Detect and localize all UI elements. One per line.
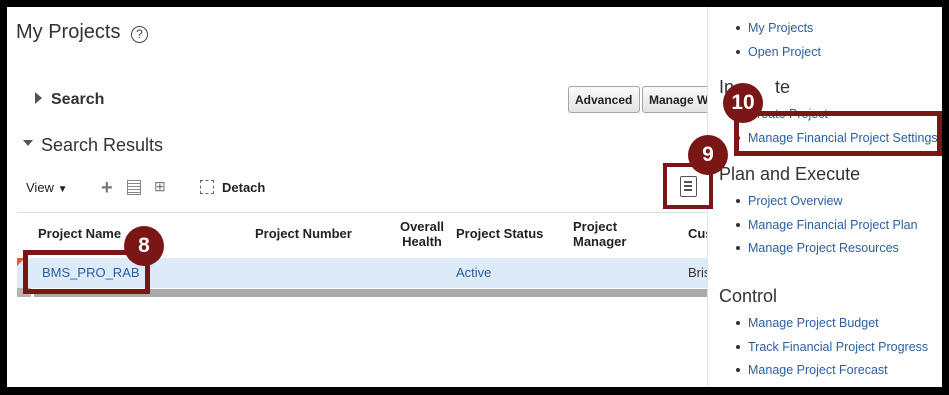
search-disclosure[interactable]: Search [35,91,104,109]
bullet-icon [736,245,740,250]
task-link-project-budget[interactable]: Manage Project Budget [736,316,879,330]
task-link-project-forecast[interactable]: Manage Project Forecast [736,363,888,377]
task-link-financial-plan[interactable]: Manage Financial Project Plan [736,218,918,232]
manage-watchlist-button[interactable]: Manage W [642,86,712,113]
initiate-heading-end: te [775,77,791,97]
col-project-manager[interactable]: Project Manager [573,219,637,249]
callout-badge-9: 9 [688,135,728,175]
detach-button[interactable]: Detach [222,180,265,195]
col-overall-health[interactable]: Overall Health [397,219,447,249]
document-icon [680,176,697,197]
search-label: Search [51,91,105,108]
help-icon[interactable]: ? [131,26,148,43]
search-results-title: Search Results [41,135,164,155]
freeze-columns-icon[interactable]: ⊞ [154,178,166,195]
task-link-project-overview[interactable]: Project Overview [736,194,842,208]
page-frame: My Projects ? Search Advanced Manage W S… [7,7,942,387]
advanced-button[interactable]: Advanced [568,86,640,113]
bullet-icon [736,49,740,54]
edit-icon[interactable] [127,180,141,195]
add-icon[interactable]: + [101,177,113,200]
col-project-status[interactable]: Project Status [456,226,543,241]
view-menu-label: View [26,180,54,195]
project-status-cell: Active [456,265,492,280]
col-project-number[interactable]: Project Number [255,226,352,241]
view-menu[interactable]: View ▼ [26,180,67,195]
bullet-icon [736,367,740,372]
task-link-my-projects[interactable]: My Projects [736,21,813,35]
expand-icon [35,91,42,104]
col-project-name[interactable]: Project Name [38,226,121,241]
detach-icon[interactable] [200,180,214,194]
task-link-project-resources[interactable]: Manage Project Resources [736,241,899,255]
callout-badge-8: 8 [124,226,164,266]
bullet-icon [736,25,740,30]
bullet-icon [736,222,740,227]
task-link-track-progress[interactable]: Track Financial Project Progress [736,340,928,354]
callout-badge-10: 10 [723,83,763,123]
bullet-icon [736,344,740,349]
highlight-box-financial-settings [734,111,942,156]
control-heading: Control [719,286,778,306]
page-title: My Projects [16,21,121,43]
dropdown-arrow-icon: ▼ [57,184,68,195]
task-link-open-project[interactable]: Open Project [736,45,821,59]
bullet-icon [736,198,740,203]
search-results-header[interactable]: Search Results [23,135,163,156]
bullet-icon [736,320,740,325]
plan-execute-heading: Plan and Execute [719,164,861,184]
collapse-icon [23,140,33,147]
tasks-panel: My Projects Open Project In te Create Pr… [707,7,942,387]
